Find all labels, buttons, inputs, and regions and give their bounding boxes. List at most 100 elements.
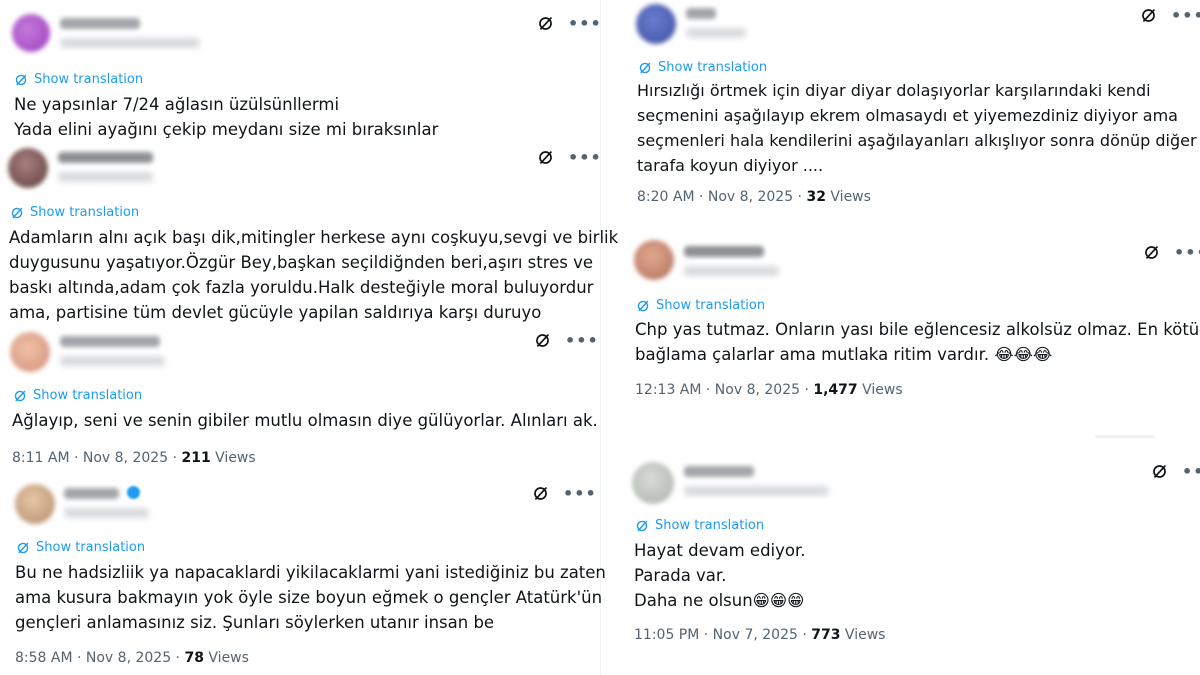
timestamp[interactable]: 8:20 AM · Nov 8, 2025 · bbox=[637, 189, 806, 205]
more-options-icon[interactable]: ••• bbox=[563, 485, 597, 501]
translate-icon bbox=[14, 390, 26, 401]
show-translation-label: Show translation bbox=[658, 60, 768, 75]
avatar[interactable] bbox=[636, 4, 676, 44]
views-label: Views bbox=[840, 627, 886, 643]
verified-badge-icon bbox=[127, 486, 140, 499]
show-translation-link[interactable]: Show translation bbox=[14, 72, 143, 87]
show-translation-link[interactable]: Show translation bbox=[636, 298, 765, 313]
author-name[interactable] bbox=[684, 246, 764, 257]
author-handle bbox=[684, 486, 829, 496]
tweet-card: ••• Show translation Chp yas tutmaz. Onl… bbox=[600, 232, 1200, 442]
author-name[interactable] bbox=[684, 466, 754, 477]
grok-icon[interactable] bbox=[537, 149, 554, 166]
tweet-meta: 8:20 AM · Nov 8, 2025 · 32 Views bbox=[637, 189, 871, 205]
avatar[interactable] bbox=[10, 332, 50, 372]
tweet-line: Ne yapsınlar 7/24 ağlasın üzülsünllermi bbox=[14, 95, 340, 114]
tweet-meta: 11:05 PM · Nov 7, 2025 · 773 Views bbox=[634, 627, 885, 643]
tweet-card: ••• Show translation Bu ne hadsizliik ya… bbox=[0, 472, 606, 675]
more-options-icon[interactable]: ••• bbox=[565, 332, 599, 348]
tweet-line: gençleri anlamasınız siz. Şunları söyler… bbox=[15, 613, 495, 632]
translate-icon bbox=[11, 207, 23, 218]
tweet-line: ama kusura bakmayın yok öyle size boyun … bbox=[15, 588, 603, 607]
show-translation-label: Show translation bbox=[34, 72, 144, 87]
views-label: Views bbox=[210, 450, 256, 466]
show-translation-link[interactable]: Show translation bbox=[16, 540, 145, 555]
show-translation-label: Show translation bbox=[33, 388, 143, 403]
tweet-actions: ••• bbox=[534, 332, 599, 349]
author-name[interactable] bbox=[60, 336, 160, 347]
author-name[interactable] bbox=[64, 488, 119, 499]
avatar[interactable] bbox=[15, 484, 55, 524]
tweet-text: Ağlayıp, seni ve senin gibiler mutlu olm… bbox=[12, 408, 598, 433]
views-count: 1,477 bbox=[813, 382, 858, 398]
tweet-line: Bu ne hadsizliik ya napacaklardi yikilac… bbox=[15, 563, 606, 582]
translate-icon bbox=[17, 542, 29, 553]
author-name[interactable] bbox=[686, 8, 716, 19]
more-options-icon[interactable]: ••• bbox=[568, 15, 602, 31]
tweet-line: Chp yas tutmaz. Onların yası bile eğlenc… bbox=[635, 320, 1200, 339]
author-handle bbox=[58, 172, 153, 182]
tweet-actions: ••• bbox=[1140, 7, 1200, 24]
tweet-meta: 8:58 AM · Nov 8, 2025 · 78 Views bbox=[15, 650, 249, 666]
show-translation-label: Show translation bbox=[36, 540, 146, 555]
tweet-line: seçmenleri hala kendilerini aşağılayanla… bbox=[637, 131, 1197, 150]
show-translation-link[interactable]: Show translation bbox=[13, 388, 142, 403]
tweet-actions: ••• bbox=[537, 149, 602, 166]
views-count: 78 bbox=[184, 650, 204, 666]
author-handle bbox=[64, 508, 149, 518]
translate-icon bbox=[639, 62, 651, 73]
more-options-icon[interactable]: ••• bbox=[1174, 244, 1200, 260]
tweet-actions: ••• bbox=[532, 485, 597, 502]
more-options-icon[interactable]: ••• bbox=[1182, 463, 1200, 479]
tweet-line: bağlama çalarlar ama mutlaka ritim vardı… bbox=[635, 345, 1053, 364]
timestamp[interactable]: 12:13 AM · Nov 8, 2025 · bbox=[635, 382, 813, 398]
grok-icon[interactable] bbox=[1143, 244, 1160, 261]
tweet-text: Hayat devam ediyor. Parada var. Daha ne … bbox=[634, 538, 806, 613]
tweet-line: Daha ne olsun😁😁😁 bbox=[634, 591, 805, 610]
show-translation-link[interactable]: Show translation bbox=[638, 60, 767, 75]
grok-icon[interactable] bbox=[537, 15, 554, 32]
tweet-text: Hırsızlığı örtmek için diyar diyar dolaş… bbox=[637, 78, 1197, 178]
tweet-text: Ne yapsınlar 7/24 ağlasın üzülsünllermi … bbox=[14, 92, 438, 142]
avatar[interactable] bbox=[8, 148, 48, 188]
tweet-line: seçmenini aşağılayıp ekrem olmasaydı et … bbox=[637, 106, 1178, 125]
tweet-line: Yada elini ayağını çekip meydanı size mi… bbox=[14, 120, 439, 139]
show-translation-link[interactable]: Show translation bbox=[635, 518, 764, 533]
scroll-indicator bbox=[1095, 435, 1155, 438]
avatar[interactable] bbox=[12, 14, 50, 52]
more-options-icon[interactable]: ••• bbox=[568, 149, 602, 165]
author-name[interactable] bbox=[60, 18, 140, 29]
author-handle bbox=[60, 356, 165, 366]
views-count: 211 bbox=[181, 450, 211, 466]
tweet-text: Bu ne hadsizliik ya napacaklardi yikilac… bbox=[15, 560, 606, 635]
translate-icon bbox=[637, 300, 649, 311]
author-name[interactable] bbox=[58, 152, 153, 163]
tweet-line: Hayat devam ediyor. bbox=[634, 541, 806, 560]
show-translation-label: Show translation bbox=[30, 205, 140, 220]
tweet-line: Adamların alnı açık başı dik,mitingler h… bbox=[9, 228, 619, 247]
show-translation-link[interactable]: Show translation bbox=[10, 205, 139, 220]
tweet-meta: 8:11 AM · Nov 8, 2025 · 211 Views bbox=[12, 450, 256, 466]
show-translation-label: Show translation bbox=[655, 518, 765, 533]
grok-icon[interactable] bbox=[1140, 7, 1157, 24]
author-handle bbox=[60, 38, 200, 48]
timestamp[interactable]: 8:11 AM · Nov 8, 2025 · bbox=[12, 450, 181, 466]
avatar[interactable] bbox=[634, 240, 674, 280]
tweet-text: Chp yas tutmaz. Onların yası bile eğlenc… bbox=[635, 317, 1200, 367]
tweet-text: Adamların alnı açık başı dik,mitingler h… bbox=[9, 225, 618, 325]
grok-icon[interactable] bbox=[534, 332, 551, 349]
tweet-card: ••• Show translation Hırsızlığı örtmek i… bbox=[600, 0, 1200, 225]
timestamp[interactable]: 11:05 PM · Nov 7, 2025 · bbox=[634, 627, 811, 643]
avatar[interactable] bbox=[632, 462, 674, 504]
show-translation-label: Show translation bbox=[656, 298, 766, 313]
views-count: 32 bbox=[806, 189, 826, 205]
translate-icon bbox=[15, 74, 27, 85]
grok-icon[interactable] bbox=[1151, 463, 1168, 480]
tweet-actions: ••• bbox=[537, 15, 602, 32]
tweet-meta: 12:13 AM · Nov 8, 2025 · 1,477 Views bbox=[635, 382, 903, 398]
grok-icon[interactable] bbox=[532, 485, 549, 502]
more-options-icon[interactable]: ••• bbox=[1171, 7, 1200, 23]
timestamp[interactable]: 8:58 AM · Nov 8, 2025 · bbox=[15, 650, 184, 666]
tweet-line: duygusunu yaşatıyor.Özgür Bey,başkan seç… bbox=[9, 253, 594, 272]
author-handle bbox=[686, 28, 746, 38]
